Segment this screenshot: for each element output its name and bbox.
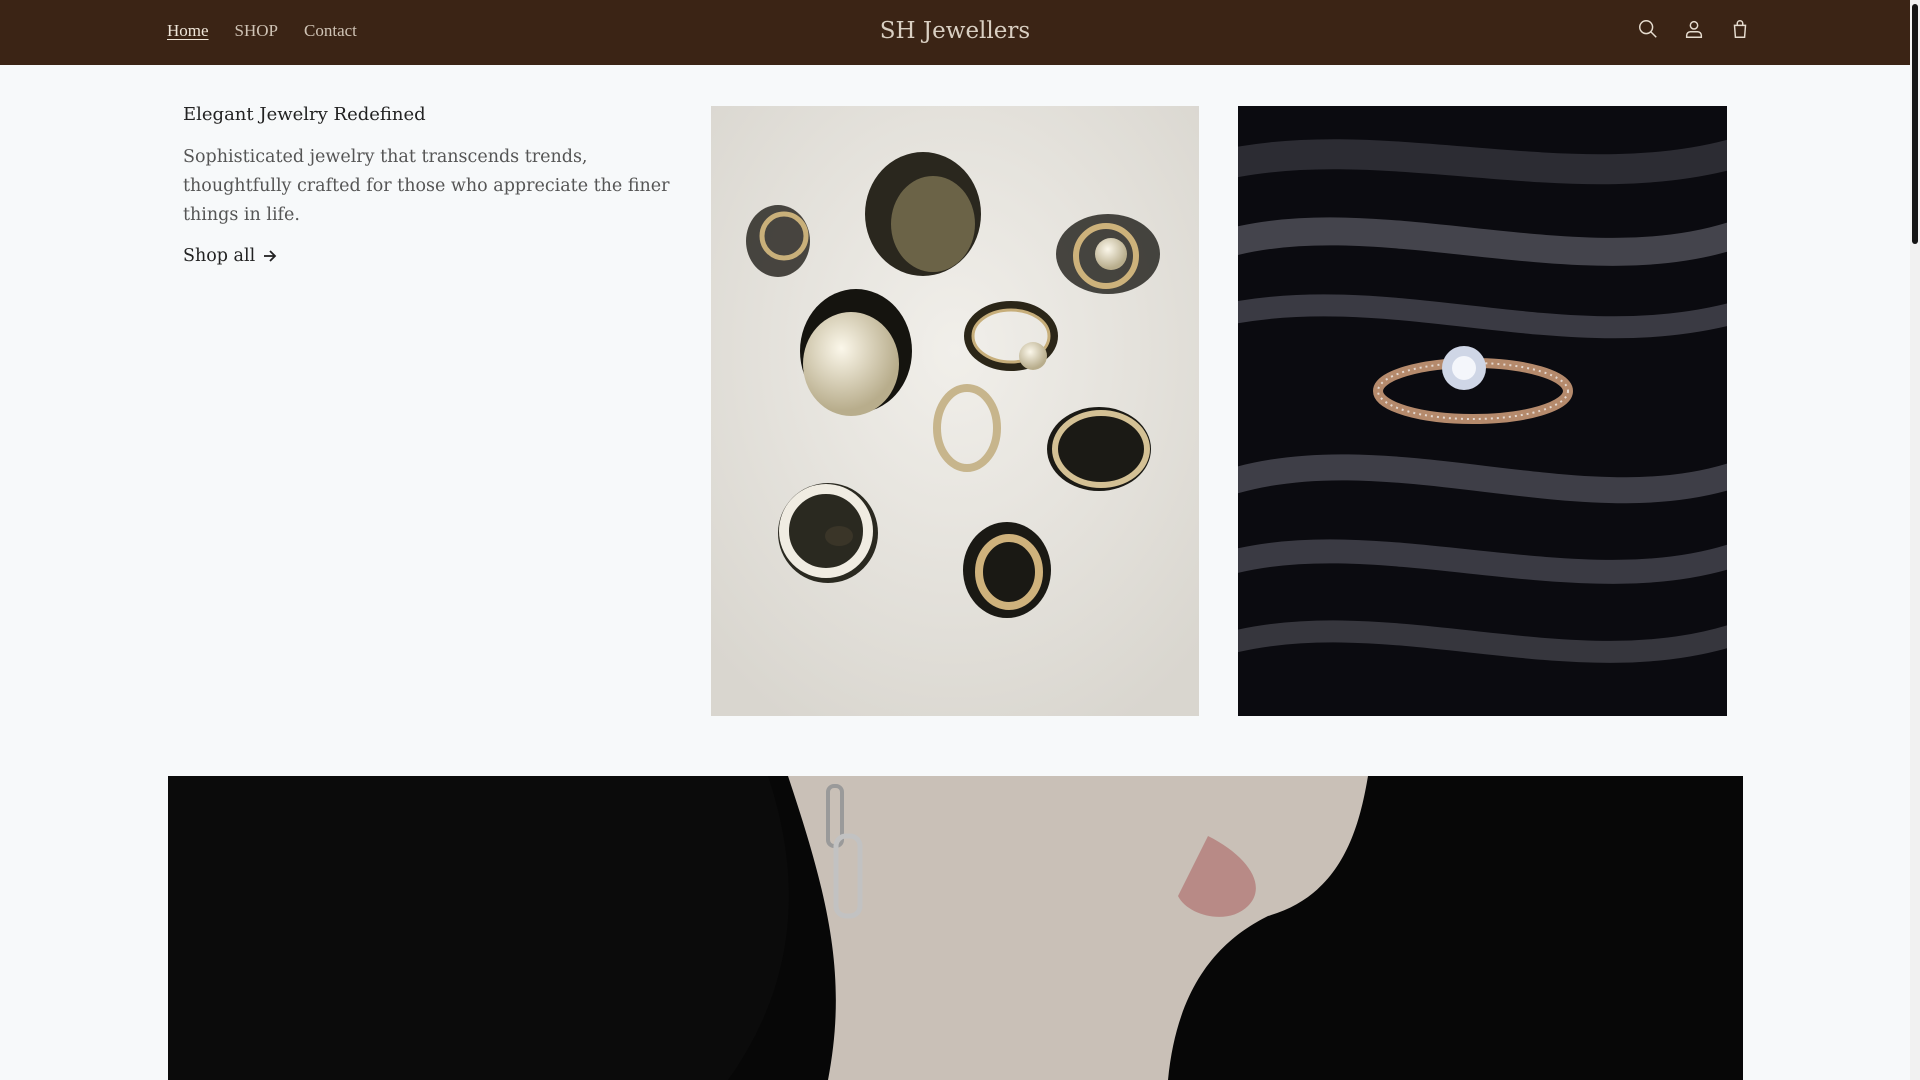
nav-home-link[interactable]: Home [167,21,209,41]
nav-shop-link[interactable]: SHOP [235,21,278,41]
scrollbar-thumb[interactable] [1912,4,1918,244]
hero-description: Sophisticated jewelry that transcends tr… [183,147,670,225]
shop-all-link[interactable]: Shop all [183,246,277,266]
diamond-ring-image[interactable] [1238,106,1727,716]
arrow-right-icon [264,250,277,262]
page-scrollbar[interactable] [1910,0,1920,1080]
hero-text: Elegant Jewelry Redefined Sophisticated … [183,104,673,266]
main-nav: Home SHOP Contact [167,0,383,62]
cart-icon[interactable] [1728,14,1752,44]
shop-all-label: Shop all [183,246,256,266]
jewelry-collection-image[interactable] [711,106,1199,716]
earring-model-banner[interactable] [168,776,1743,1080]
account-icon[interactable] [1682,14,1706,44]
site-header: Home SHOP Contact SH Jewellers [0,0,1910,65]
hero-title: Elegant Jewelry Redefined [183,104,426,125]
header-icons [1636,14,1752,44]
nav-contact-link[interactable]: Contact [304,21,357,41]
search-icon[interactable] [1636,14,1660,44]
